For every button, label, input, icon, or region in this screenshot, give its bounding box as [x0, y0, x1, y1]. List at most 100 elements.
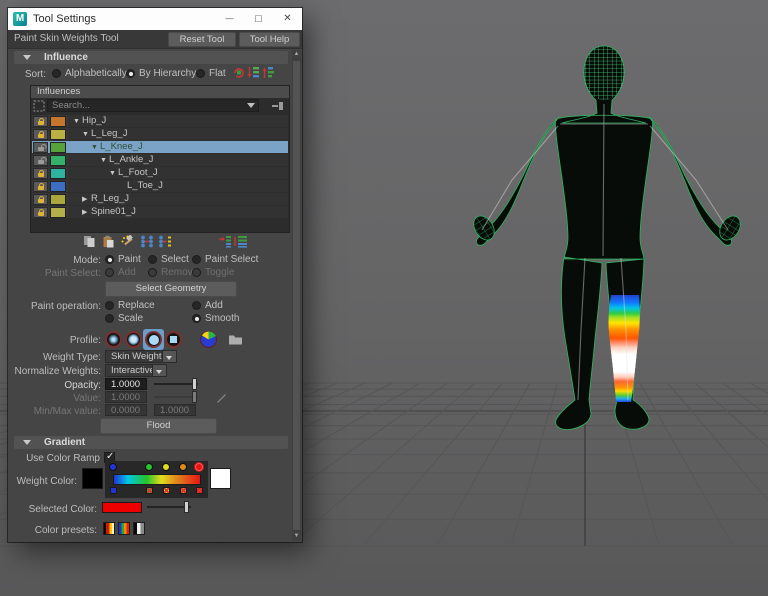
- expand-arrow[interactable]: ▼: [82, 129, 91, 140]
- close-icon[interactable]: [273, 8, 302, 30]
- influence-row[interactable]: ▼L_Foot_J: [32, 167, 288, 180]
- expand-arrow[interactable]: ▶: [82, 194, 91, 205]
- copy-icon[interactable]: [83, 235, 97, 249]
- list-out-icon[interactable]: [234, 235, 248, 249]
- scrollbar-thumb[interactable]: [293, 61, 300, 530]
- selected-color-slider[interactable]: [147, 501, 191, 513]
- influence-color-swatch[interactable]: [50, 142, 66, 153]
- ramp-stop[interactable]: [179, 463, 187, 471]
- move-weights-target-icon[interactable]: [158, 235, 172, 249]
- weight-color-high-swatch[interactable]: [210, 468, 231, 489]
- maximize-icon[interactable]: [244, 8, 273, 30]
- opacity-slider[interactable]: [154, 378, 198, 390]
- scroll-down-icon[interactable]: ▼: [292, 532, 301, 541]
- weight-color-low-swatch[interactable]: [82, 468, 103, 489]
- preset-grayscale-swatch[interactable]: [133, 522, 145, 535]
- color-ramp-bar[interactable]: [113, 474, 201, 485]
- paste-icon[interactable]: [102, 235, 116, 249]
- ramp-marker[interactable]: [110, 487, 117, 494]
- influence-color-swatch[interactable]: [50, 181, 66, 192]
- lock-icon[interactable]: [33, 129, 48, 140]
- ramp-marker-delete[interactable]: [163, 487, 170, 494]
- influence-color-swatch[interactable]: [50, 168, 66, 179]
- influence-color-swatch[interactable]: [50, 129, 66, 140]
- weight-type-dropdown[interactable]: Skin Weight: [105, 350, 177, 363]
- influence-color-swatch[interactable]: [50, 155, 66, 166]
- tool-help-button[interactable]: Tool Help: [239, 32, 300, 47]
- expand-arrow[interactable]: ▼: [73, 116, 82, 127]
- gaussian-brush-icon[interactable]: [103, 329, 124, 350]
- expand-arrow[interactable]: ▼: [91, 142, 100, 153]
- paint-op-scale-radio[interactable]: Scale: [105, 313, 143, 324]
- lock-icon[interactable]: [33, 207, 48, 218]
- square-brush-icon[interactable]: [163, 329, 184, 350]
- color-ramp-widget[interactable]: [105, 461, 208, 498]
- paint-select-toggle-radio: Toggle: [192, 267, 234, 278]
- lock-icon[interactable]: [33, 168, 48, 179]
- ramp-stop[interactable]: [109, 463, 117, 471]
- influence-row[interactable]: ▼Hip_J: [32, 115, 288, 128]
- ramp-stop-selected[interactable]: [195, 463, 203, 471]
- lock-icon[interactable]: [33, 155, 48, 166]
- pin-icon[interactable]: [272, 101, 286, 115]
- preset-rainbow-swatch[interactable]: [118, 522, 130, 535]
- sort-alphabetically-radio[interactable]: Alphabetically: [52, 68, 127, 79]
- influence-color-swatch[interactable]: [50, 207, 66, 218]
- sort-by-hierarchy-radio[interactable]: By Hierarchy: [126, 68, 196, 79]
- influence-row[interactable]: ▼L_Leg_J: [32, 128, 288, 141]
- influence-row[interactable]: ▼L_Ankle_J: [32, 154, 288, 167]
- min-value-field: 0.0000: [105, 404, 147, 416]
- ramp-stop[interactable]: [145, 463, 153, 471]
- expand-arrow[interactable]: ▶: [82, 207, 91, 218]
- panel-scrollbar[interactable]: ▲ ▼: [292, 50, 301, 541]
- lock-icon[interactable]: [33, 181, 48, 192]
- sort-list-down-icon[interactable]: [247, 66, 261, 80]
- paint-op-replace-radio[interactable]: Replace: [105, 300, 155, 311]
- reset-tool-button[interactable]: Reset Tool: [168, 32, 236, 47]
- ramp-marker-delete[interactable]: [196, 487, 203, 494]
- select-geometry-button[interactable]: Select Geometry: [105, 281, 237, 297]
- hammer-icon[interactable]: [121, 235, 135, 249]
- window-titlebar[interactable]: M Tool Settings: [8, 8, 302, 30]
- scroll-up-icon[interactable]: ▲: [292, 50, 301, 59]
- mode-paint-radio[interactable]: Paint: [105, 254, 141, 265]
- gradient-section-header[interactable]: Gradient: [14, 436, 288, 449]
- solid-brush-icon[interactable]: [143, 329, 164, 350]
- paint-op-add-radio[interactable]: Add: [192, 300, 223, 311]
- mode-paint-select-radio[interactable]: Paint Select: [192, 254, 258, 265]
- opacity-field[interactable]: 1.0000: [105, 378, 147, 390]
- search-input[interactable]: [47, 99, 259, 112]
- paint-op-smooth-radio[interactable]: Smooth: [192, 313, 239, 324]
- list-in-icon[interactable]: [218, 235, 232, 249]
- flood-button[interactable]: Flood: [100, 418, 217, 434]
- sort-list-up-icon[interactable]: [262, 66, 276, 80]
- normalize-weights-dropdown[interactable]: Interactive: [105, 364, 167, 377]
- influence-color-swatch[interactable]: [50, 194, 66, 205]
- move-weights-icon[interactable]: [140, 235, 154, 249]
- expand-arrow[interactable]: ▼: [100, 155, 109, 166]
- preset-fire-swatch[interactable]: [103, 522, 115, 535]
- sync-icon[interactable]: [232, 66, 246, 80]
- influence-row[interactable]: ▶R_Leg_J: [32, 193, 288, 206]
- selection-box-icon[interactable]: [33, 100, 47, 114]
- influence-row[interactable]: ▶Spine01_J: [32, 206, 288, 219]
- minimize-icon[interactable]: [215, 8, 244, 30]
- ramp-marker-delete[interactable]: [146, 487, 153, 494]
- influence-color-swatch[interactable]: [50, 116, 66, 127]
- influence-section-header[interactable]: Influence: [14, 51, 288, 64]
- sphere-ramp-icon[interactable]: [200, 331, 217, 348]
- search-caret-icon[interactable]: [247, 103, 255, 108]
- sort-flat-radio[interactable]: Flat: [196, 68, 226, 79]
- mode-select-radio[interactable]: Select: [148, 254, 189, 265]
- soft-brush-icon[interactable]: [123, 329, 144, 350]
- lock-icon[interactable]: [33, 116, 48, 127]
- folder-icon[interactable]: [228, 333, 242, 347]
- influence-row[interactable]: L_Toe_J: [32, 180, 288, 193]
- ramp-stop[interactable]: [162, 463, 170, 471]
- selected-color-swatch[interactable]: [102, 502, 142, 513]
- lock-icon[interactable]: [33, 142, 48, 153]
- expand-arrow[interactable]: ▼: [109, 168, 118, 179]
- influence-row[interactable]: ▼L_Knee_J: [32, 141, 288, 154]
- lock-icon[interactable]: [33, 194, 48, 205]
- ramp-marker-delete[interactable]: [180, 487, 187, 494]
